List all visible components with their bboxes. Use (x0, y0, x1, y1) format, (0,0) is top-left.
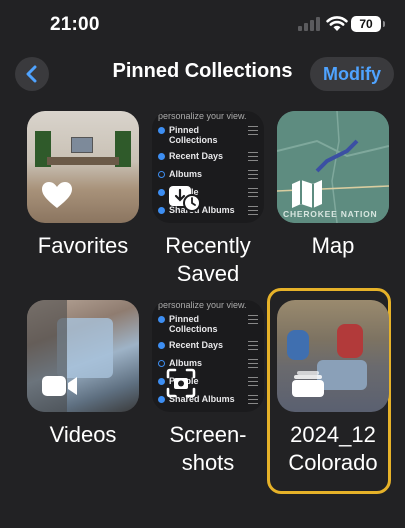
map-collection-thumbnail[interactable]: CHEROKEE NATION (277, 111, 389, 223)
collection-label: Favorites (37, 233, 129, 258)
unchecked-circle-icon (158, 170, 165, 178)
collection-label-line: Saved (176, 261, 240, 286)
thumb-row-label: Recent Days (169, 151, 224, 161)
checkmark-icon (158, 126, 165, 134)
thumb-row-label: Albums (169, 358, 203, 368)
thumb-header-text: personalize your view. (158, 300, 247, 310)
thumb-row-cont: Collections (169, 133, 258, 147)
collection-label-line: Colorado (288, 450, 378, 475)
video-camera-icon (42, 376, 77, 396)
reorder-icon (248, 187, 258, 197)
cellular-signal-icon (298, 17, 320, 31)
heart-icon (42, 182, 72, 208)
reorder-icon (248, 205, 258, 215)
checkmark-icon (158, 152, 165, 160)
videos-collection-thumbnail[interactable] (27, 300, 139, 412)
reorder-icon (248, 376, 258, 386)
collection-label: Videos (49, 422, 117, 447)
unchecked-circle-icon (158, 359, 165, 367)
status-time: 21:00 (50, 14, 100, 35)
screenshot-icon (166, 368, 196, 398)
screenshots-collection-thumbnail[interactable]: personalize your view. Pinned Collection… (152, 300, 264, 412)
thumb-row: Recent Days (158, 149, 258, 163)
thumb-row-cont: Collections (169, 322, 258, 336)
reorder-icon (248, 394, 258, 404)
thumb-row-label: Collections (169, 324, 218, 334)
thumb-row: Albums (158, 167, 258, 181)
recently-saved-collection-thumbnail[interactable]: personalize your view. Pinned Collection… (152, 111, 264, 223)
album-collection-thumbnail[interactable] (277, 300, 389, 412)
thumb-header-text: personalize your view. (158, 111, 247, 121)
collection-label: 2024_12 Colorado (268, 421, 398, 477)
photo-person (287, 330, 309, 360)
collection-label: Screen- shots (143, 421, 273, 477)
collection-label: Map (311, 233, 355, 258)
album-stack-icon (292, 371, 324, 397)
checkmark-icon (158, 315, 165, 323)
favorites-collection-thumbnail[interactable] (27, 111, 139, 223)
map-place-label: CHEROKEE NATION (283, 209, 378, 219)
map-icon (292, 180, 322, 208)
status-bar: 21:00 70 (0, 0, 405, 50)
collection-label-line: Screen- (169, 422, 247, 447)
thumb-row: Recent Days (158, 338, 258, 352)
checkmark-icon (158, 395, 165, 403)
collection-label: Recently Saved (143, 232, 273, 288)
checkmark-icon (158, 206, 165, 214)
collection-label-line: Recently (165, 233, 251, 258)
checkmark-icon (158, 341, 165, 349)
photo-person (337, 324, 363, 358)
reorder-icon (248, 169, 258, 179)
collection-label-line: 2024_12 (290, 422, 376, 447)
reorder-icon (248, 358, 258, 368)
reorder-icon (248, 151, 258, 161)
modify-button[interactable]: Modify (310, 57, 394, 91)
checkmark-icon (158, 377, 165, 385)
wall-screen (71, 137, 93, 153)
thumb-row-label: Collections (169, 135, 218, 145)
wifi-icon (326, 16, 348, 31)
thumb-row-label: Recent Days (169, 340, 224, 350)
room-furniture (47, 157, 119, 165)
battery-indicator: 70 (351, 16, 385, 32)
collection-label-line: shots (181, 450, 235, 475)
checkmark-icon (158, 188, 165, 196)
recently-saved-icon (169, 186, 201, 212)
reorder-icon (248, 340, 258, 350)
thumb-row-label: Albums (169, 169, 203, 179)
